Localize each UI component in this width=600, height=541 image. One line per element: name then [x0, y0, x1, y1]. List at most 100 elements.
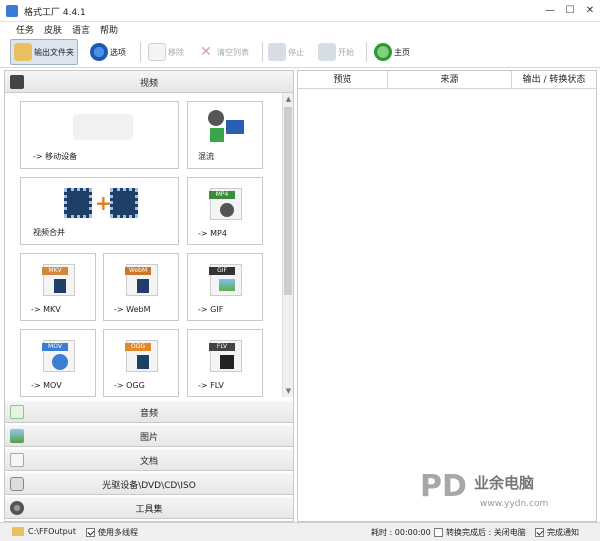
column-source[interactable]: 来源 — [388, 71, 512, 89]
toolbar-separator — [140, 42, 141, 62]
remove-label: 移除 — [168, 47, 184, 57]
category-scrollbar[interactable]: ▲ ▼ — [282, 93, 293, 397]
toolbar-separator — [262, 42, 263, 62]
category-tools[interactable]: 工具集 — [5, 497, 293, 519]
menu-language[interactable]: 语言 — [72, 23, 90, 36]
category-audio[interactable]: 音频 — [5, 401, 293, 423]
tile-mobile-device[interactable]: -> 移动设备 — [20, 101, 179, 169]
mkv-file-icon: MKV — [42, 264, 75, 296]
column-preview[interactable]: 预览 — [298, 71, 388, 89]
mp4-file-icon: MP4 — [209, 188, 242, 220]
category-image[interactable]: 图片 — [5, 425, 293, 447]
tile-mp4[interactable]: MP4 -> MP4 — [187, 177, 263, 245]
output-path[interactable]: C:\FFOutput — [12, 527, 76, 536]
options-button[interactable]: 选项 — [90, 39, 126, 65]
clear-icon: ✕ — [200, 44, 212, 60]
mov-badge: MOV — [42, 343, 68, 351]
maximize-button[interactable]: ☐ — [560, 3, 580, 19]
status-bar: C:\FFOutput 使用多线程 耗时 : 00:00:00 转换完成后 : … — [0, 522, 600, 541]
output-folder-label: 输出文件夹 — [34, 47, 74, 57]
notify-label: 完成通知 — [547, 528, 579, 537]
category-pane: 视频 -> 移动设备 混流 + 视频合并 MP4 -> MP4 MKV -> M… — [4, 70, 294, 522]
watermark-logo: PD 业余电脑 www.yydn.com — [418, 458, 598, 518]
elapsed-time: 耗时 : 00:00:00 — [371, 527, 431, 538]
menu-bar: 任务 皮肤 语言 帮助 — [0, 22, 600, 36]
home-globe-icon — [374, 43, 392, 61]
category-image-label: 图片 — [139, 433, 158, 443]
output-path-text: C:\FFOutput — [28, 527, 76, 536]
remove-button[interactable]: 移除 — [148, 39, 184, 65]
close-button[interactable]: ✕ — [580, 3, 600, 19]
menu-task[interactable]: 任务 — [16, 23, 34, 36]
tile-label: -> MKV — [31, 305, 61, 314]
category-rom-label: 光驱设备\DVD\CD\ISO — [102, 481, 196, 491]
menu-skin[interactable]: 皮肤 — [44, 23, 62, 36]
mp4-badge: MP4 — [209, 191, 235, 199]
film-left-icon — [64, 188, 92, 218]
tile-webm[interactable]: WebM -> WebM — [103, 253, 179, 321]
yydn-logo: PD 业余电脑 www.yydn.com — [420, 469, 548, 509]
category-document-label: 文档 — [139, 457, 158, 467]
app-icon — [6, 5, 18, 17]
tile-label: -> OGG — [114, 381, 145, 390]
svg-text:业余电脑: 业余电脑 — [474, 474, 534, 492]
toolbar-separator — [366, 42, 367, 62]
tile-gif[interactable]: GIF -> GIF — [187, 253, 263, 321]
multithread-toggle[interactable]: 使用多线程 — [86, 527, 138, 538]
scroll-up-icon[interactable]: ▲ — [283, 93, 294, 105]
start-label: 开始 — [338, 47, 354, 57]
options-icon — [90, 43, 108, 61]
tile-label: -> 移动设备 — [33, 152, 78, 161]
toolbar: 输出文件夹 选项 移除 ✕ 清空列表 停止 开始 主页 — [0, 36, 600, 68]
category-rom-device[interactable]: 光驱设备\DVD\CD\ISO — [5, 473, 293, 495]
window-title: 格式工厂 4.4.1 — [24, 8, 86, 18]
stop-button[interactable]: 停止 — [268, 39, 304, 65]
after-done-label: 转换完成后 : 关闭电脑 — [446, 528, 526, 537]
category-video-label: 视频 — [139, 79, 158, 89]
tile-flv[interactable]: FLV -> FLV — [187, 329, 263, 397]
notify-toggle[interactable]: 完成通知 — [535, 527, 579, 538]
tile-label: -> MOV — [31, 381, 62, 390]
mux-icon — [208, 110, 244, 142]
start-button[interactable]: 开始 — [318, 39, 354, 65]
ogg-badge: OGG — [125, 343, 151, 351]
folder-icon — [14, 43, 32, 61]
webm-badge: WebM — [125, 267, 151, 275]
category-document[interactable]: 文档 — [5, 449, 293, 471]
webm-file-icon: WebM — [125, 264, 158, 296]
multithread-label: 使用多线程 — [98, 528, 138, 537]
ogg-file-icon: OGG — [125, 340, 158, 372]
tile-video-join[interactable]: + 视频合并 — [20, 177, 179, 245]
flv-file-icon: FLV — [209, 340, 242, 372]
folder-icon — [12, 527, 24, 536]
tile-mov[interactable]: MOV -> MOV — [20, 329, 96, 397]
gif-badge: GIF — [209, 267, 235, 275]
tile-label: -> WebM — [114, 305, 151, 314]
clear-list-button[interactable]: ✕ 清空列表 — [197, 39, 249, 65]
column-output-status[interactable]: 输出 / 转换状态 — [512, 71, 596, 89]
tile-mkv[interactable]: MKV -> MKV — [20, 253, 96, 321]
output-folder-button[interactable]: 输出文件夹 — [10, 39, 78, 65]
scroll-down-icon[interactable]: ▼ — [283, 385, 294, 397]
tile-label: 混流 — [198, 152, 214, 161]
flv-badge: FLV — [209, 343, 235, 351]
task-list[interactable]: 预览 来源 输出 / 转换状态 — [297, 70, 597, 522]
tile-label: -> FLV — [198, 381, 224, 390]
tile-mux[interactable]: 混流 — [187, 101, 263, 169]
film-right-icon — [110, 188, 138, 218]
scroll-thumb[interactable] — [284, 107, 292, 295]
minimize-button[interactable]: — — [540, 3, 560, 19]
category-video[interactable]: 视频 — [5, 71, 293, 93]
menu-help[interactable]: 帮助 — [100, 23, 118, 36]
after-done-checkbox[interactable] — [434, 528, 443, 537]
notify-checkbox[interactable] — [535, 528, 544, 537]
mobile-device-icon — [73, 114, 133, 140]
after-done-toggle[interactable]: 转换完成后 : 关闭电脑 — [434, 527, 526, 538]
category-audio-label: 音频 — [139, 409, 158, 419]
tile-ogg[interactable]: OGG -> OGG — [103, 329, 179, 397]
svg-text:www.yydn.com: www.yydn.com — [480, 499, 548, 509]
tile-label: -> MP4 — [198, 229, 227, 238]
multithread-checkbox[interactable] — [86, 528, 95, 537]
home-button[interactable]: 主页 — [374, 39, 410, 65]
tile-label: -> GIF — [198, 305, 224, 314]
